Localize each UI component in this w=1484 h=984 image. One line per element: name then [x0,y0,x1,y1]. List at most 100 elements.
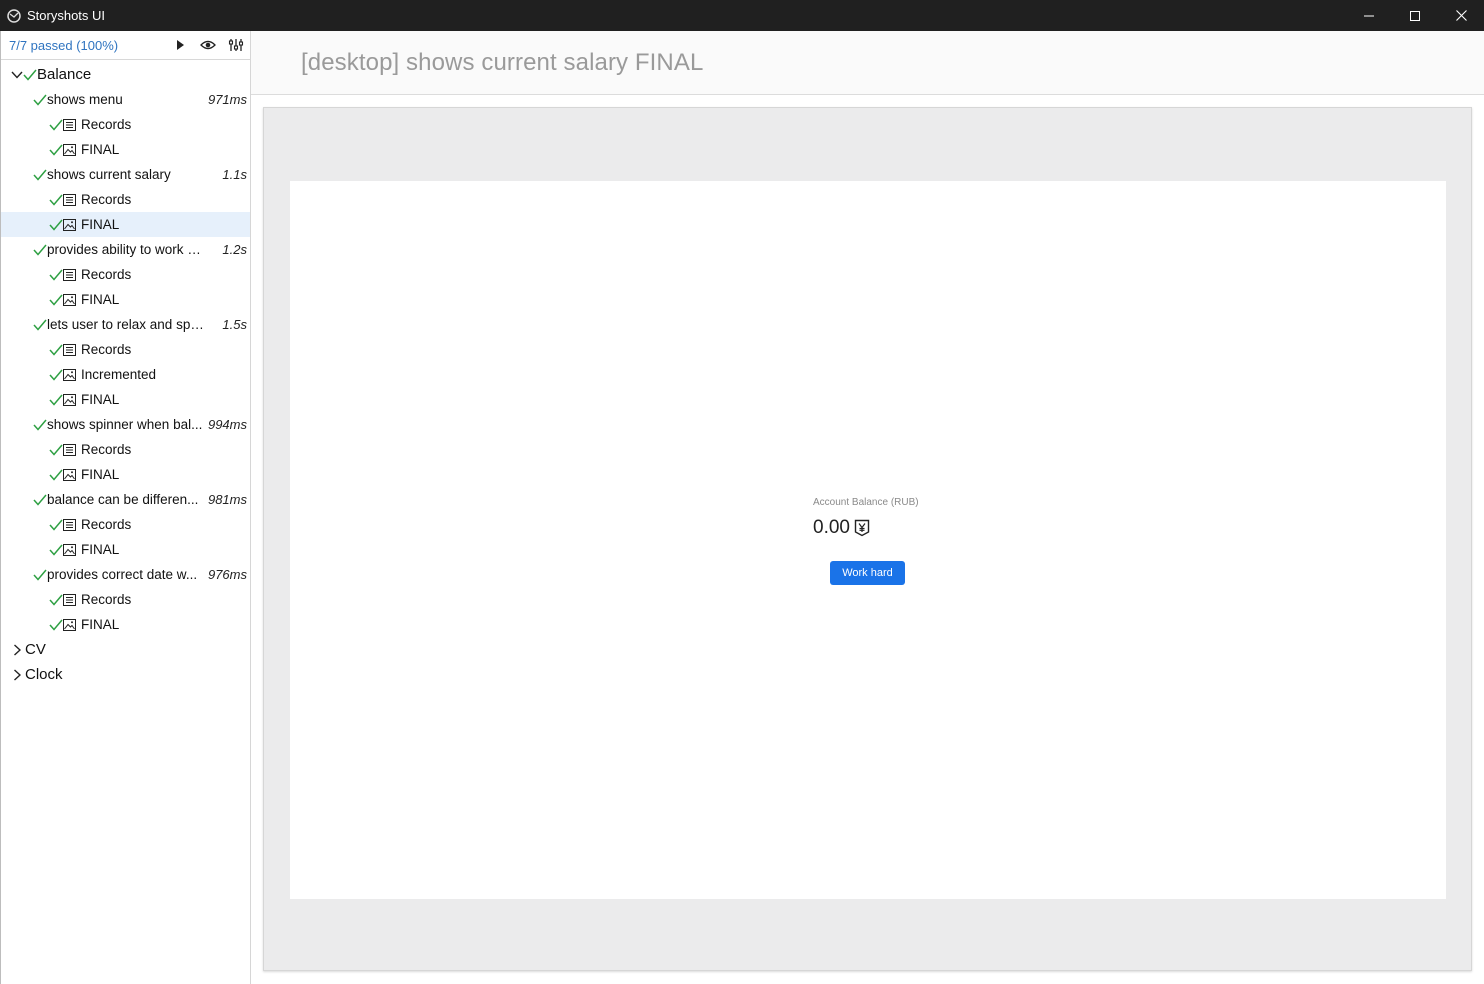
tree-leaf-label: FINAL [81,617,120,632]
tree-story-label: lets user to relax and spen... [47,317,207,332]
tree-leaf-records[interactable]: Records [1,437,250,462]
page-title: [desktop] shows current salary FINAL [301,48,704,76]
tree-group-label: Balance [37,66,92,83]
check-icon [49,194,63,206]
eye-icon [200,40,216,50]
check-icon [33,169,47,181]
records-icon [63,118,76,131]
window-title: Storyshots UI [27,8,106,23]
chevron-right-icon [11,643,23,656]
tree-leaf-label: Records [81,117,132,132]
tree-story-row[interactable]: provides ability to work ha... 1.2s [1,237,250,262]
minimize-button[interactable] [1346,0,1392,31]
tree-leaf-label: Records [81,592,132,607]
tree-leaf-label: FINAL [81,542,120,557]
check-icon [49,344,63,356]
tree-leaf-final[interactable]: FINAL [1,462,250,487]
tree-leaf-incremented[interactable]: Incremented [1,362,250,387]
tree-group-clock[interactable]: Clock [1,662,250,687]
main-panel: [desktop] shows current salary FINAL Acc… [251,31,1484,984]
records-icon [63,443,76,456]
tree-story-label: balance can be differen... [47,492,199,507]
tree-leaf-final[interactable]: FINAL [1,387,250,412]
image-icon [63,618,76,631]
check-icon [49,144,63,156]
tree-leaf-label: Records [81,267,132,282]
close-button[interactable] [1438,0,1484,31]
image-icon [63,293,76,306]
minimize-icon [1364,15,1374,16]
sliders-icon [228,39,244,51]
check-icon [49,544,63,556]
tree-story-row[interactable]: shows current salary 1.1s [1,162,250,187]
image-icon [63,468,76,481]
tree-story-row[interactable]: shows menu 971ms [1,87,250,112]
image-icon [63,543,76,556]
tree-leaf-final[interactable]: FINAL [1,137,250,162]
tree-leaf-final[interactable]: FINAL [1,612,250,637]
check-icon [49,369,63,381]
story-duration: 994ms [207,417,247,432]
check-icon [49,394,63,406]
sidebar-toolbar: 7/7 passed (100%) [1,31,250,60]
check-icon [49,594,63,606]
tree-leaf-records[interactable]: Records [1,587,250,612]
test-summary-link[interactable]: 7/7 passed (100%) [9,38,118,53]
tree-story-row[interactable]: lets user to relax and spen... 1.5s [1,312,250,337]
tree-leaf-label: Records [81,192,132,207]
work-hard-button[interactable]: Work hard [830,561,905,585]
run-button[interactable] [172,37,188,53]
check-icon [49,269,63,281]
chevron-down-icon [11,69,23,81]
tree-group-cv[interactable]: CV [1,637,250,662]
image-icon [63,218,76,231]
story-duration: 1.5s [222,317,247,332]
image-icon [63,368,76,381]
tree-leaf-final[interactable]: FINAL [1,537,250,562]
tree-leaf-label: FINAL [81,467,120,482]
story-duration: 1.2s [222,242,247,257]
check-icon [33,319,47,331]
story-duration: 971ms [207,92,247,107]
check-icon [49,519,63,531]
check-icon [49,119,63,131]
check-icon [49,444,63,456]
story-duration: 1.1s [222,167,247,182]
tree-leaf-final-selected[interactable]: FINAL [1,212,250,237]
records-icon [63,268,76,281]
balance-widget: Account Balance (RUB) 0.00 [813,497,919,539]
tree-leaf-final[interactable]: FINAL [1,287,250,312]
tree-group-balance[interactable]: Balance [1,62,250,87]
tree-story-row[interactable]: balance can be differen... 981ms [1,487,250,512]
sidebar: 7/7 passed (100%) Balance shows menu 971… [0,31,251,984]
tree-leaf-records[interactable]: Records [1,112,250,137]
story-duration: 976ms [207,567,247,582]
check-icon [49,219,63,231]
check-icon [23,69,37,81]
check-icon [49,294,63,306]
tree-leaf-label: Incremented [81,367,157,382]
balance-label: Account Balance (RUB) [813,497,919,508]
story-tree: Balance shows menu 971ms Records FINAL s… [1,60,250,687]
tree-leaf-label: Records [81,442,132,457]
chevron-right-icon [11,668,23,681]
check-icon [33,244,47,256]
screenshot-preview: Account Balance (RUB) 0.00 Work hard [263,107,1472,971]
filter-button[interactable] [228,37,244,53]
preview-toggle-button[interactable] [200,37,216,53]
balance-value: 0.00 [813,517,850,538]
check-icon [33,94,47,106]
tree-story-row[interactable]: shows spinner when bal... 994ms [1,412,250,437]
check-icon [49,619,63,631]
tree-leaf-records[interactable]: Records [1,512,250,537]
maximize-icon [1410,10,1420,21]
image-icon [63,143,76,156]
tree-leaf-label: Records [81,517,132,532]
play-icon [177,40,184,50]
tree-leaf-records[interactable]: Records [1,262,250,287]
tree-leaf-records[interactable]: Records [1,187,250,212]
tree-leaf-records[interactable]: Records [1,337,250,362]
maximize-button[interactable] [1392,0,1438,31]
tree-story-row[interactable]: provides correct date w... 976ms [1,562,250,587]
currency-icon [854,519,870,537]
